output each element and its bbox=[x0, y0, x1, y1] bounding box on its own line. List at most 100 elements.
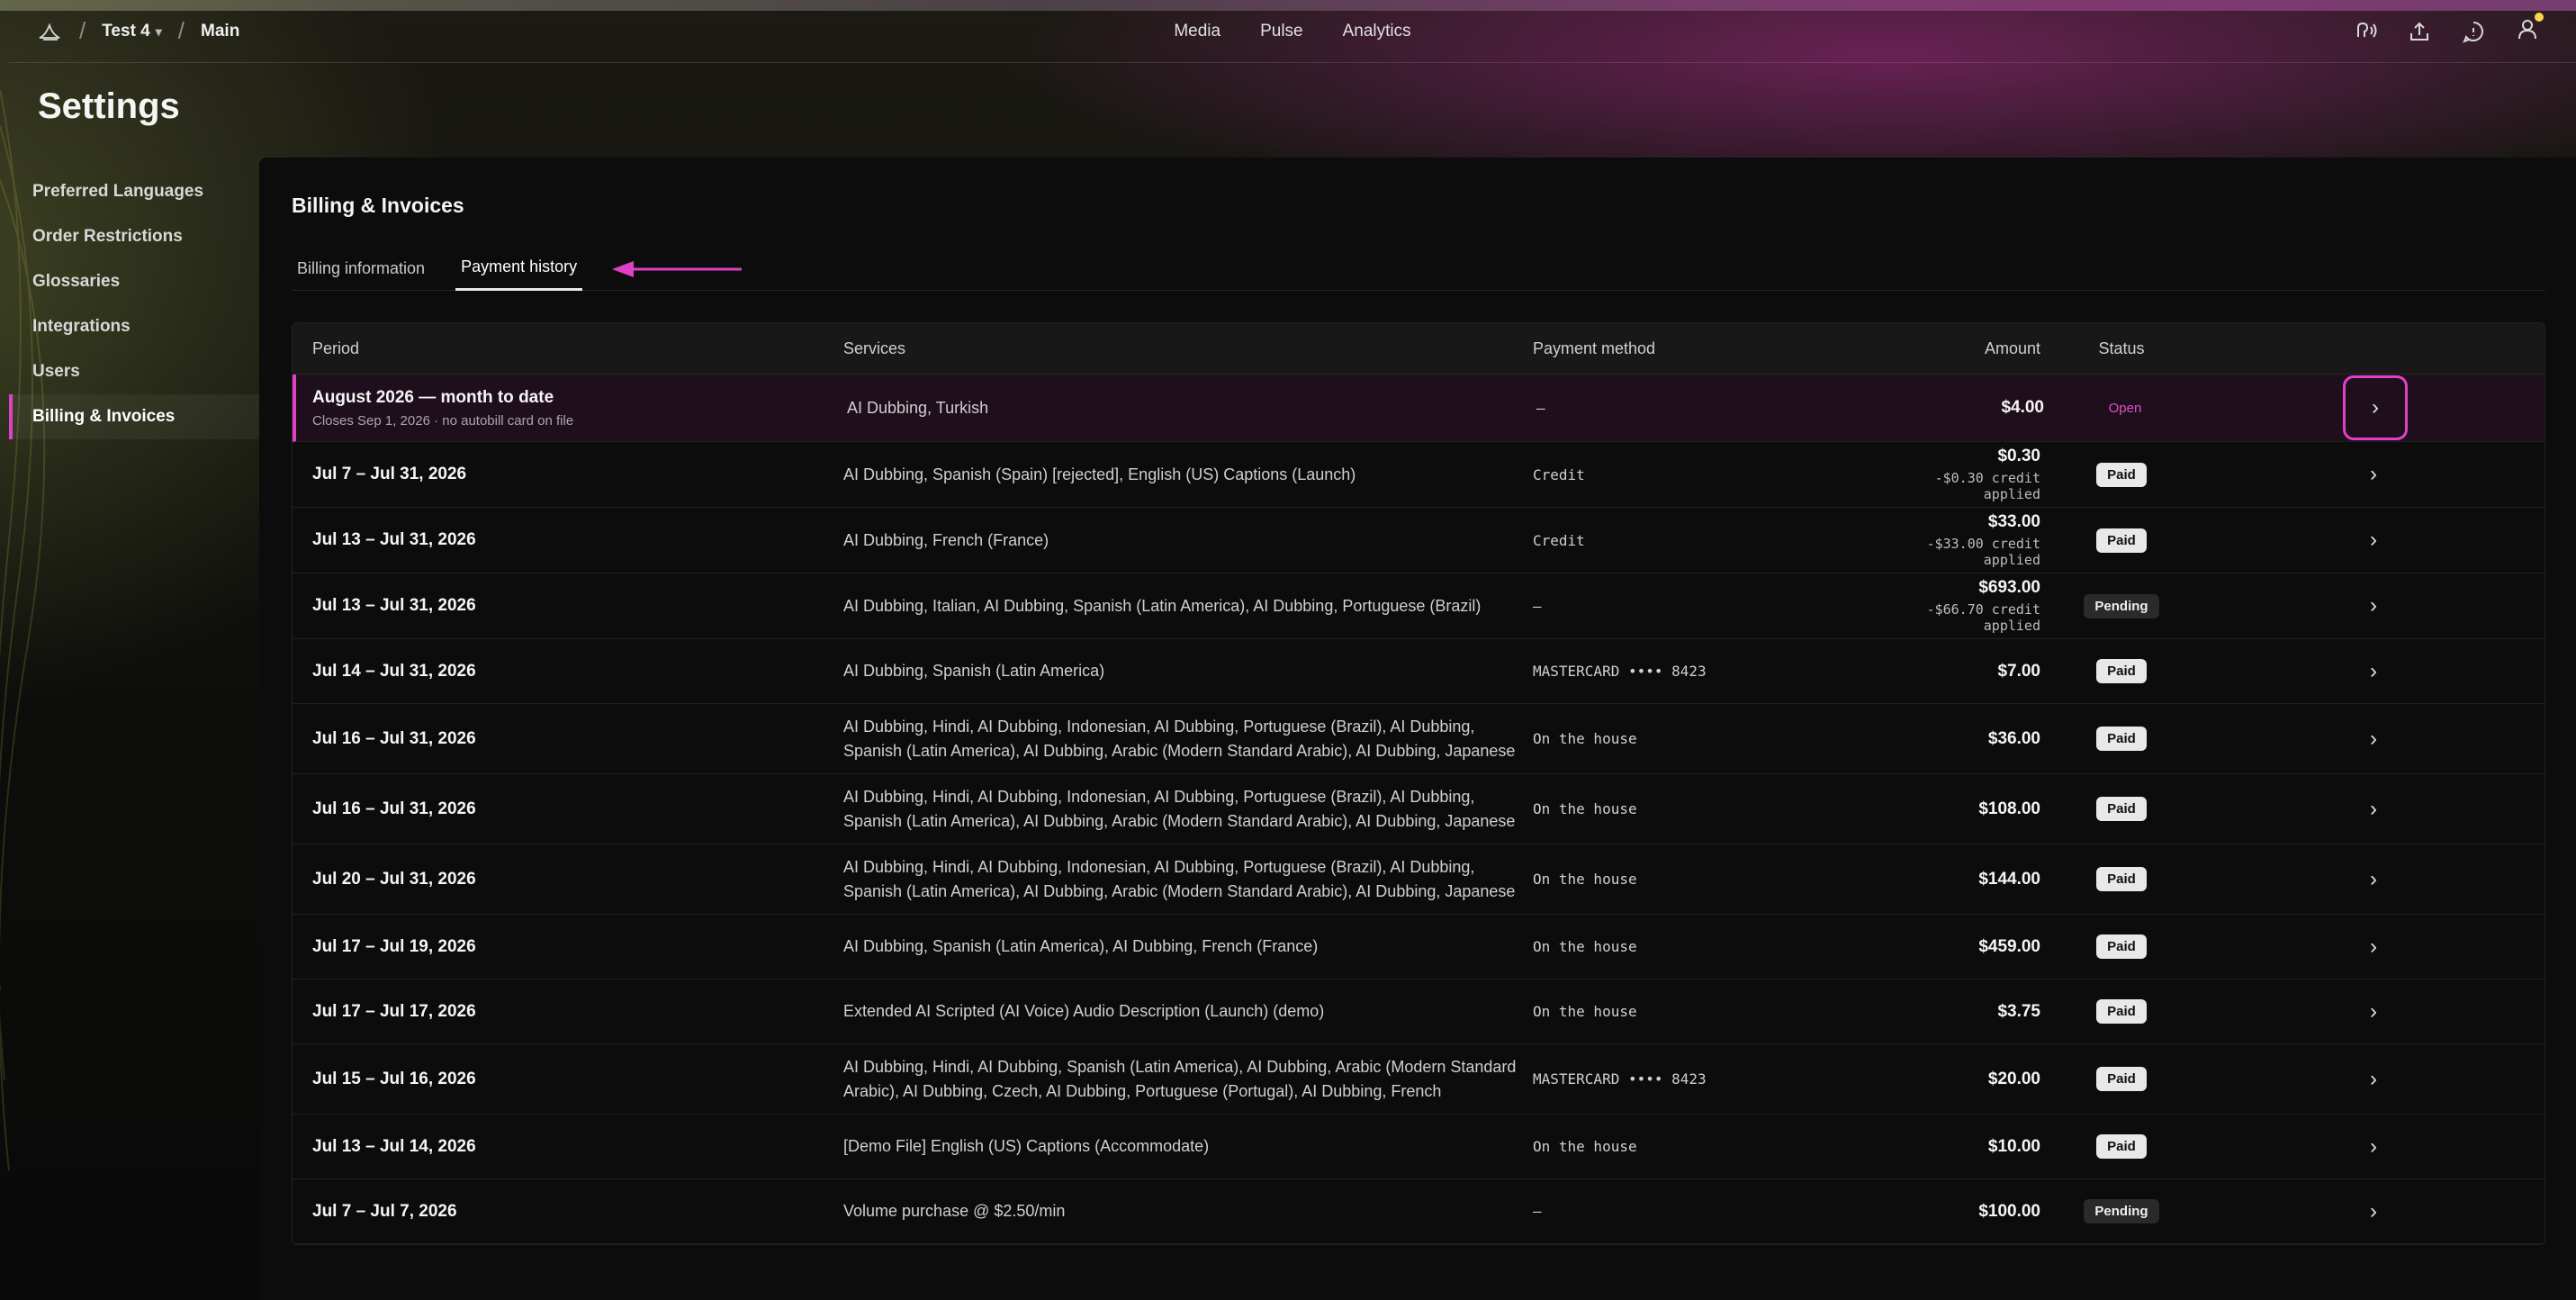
row-amount: $20.00 bbox=[1987, 1069, 2040, 1088]
voice-assistant-icon[interactable] bbox=[2353, 19, 2378, 44]
sidebar-item-preferred-languages[interactable]: Preferred Languages bbox=[9, 169, 259, 214]
row-method-cell: – bbox=[1533, 598, 1875, 615]
row-amount: $144.00 bbox=[1978, 869, 2040, 889]
chevron-right-icon[interactable]: › bbox=[2370, 593, 2377, 618]
nav-media[interactable]: Media bbox=[1174, 22, 1220, 41]
sidebar-item-users[interactable]: Users bbox=[9, 349, 259, 394]
row-credit-applied: -$0.30 credit applied bbox=[1934, 470, 2040, 502]
chat-icon[interactable] bbox=[2461, 19, 2486, 44]
status-badge: Paid bbox=[2096, 1067, 2147, 1091]
row-payment-method: On the house bbox=[1533, 800, 1637, 817]
status-badge: Paid bbox=[2096, 1134, 2147, 1159]
user-menu[interactable] bbox=[2515, 13, 2544, 46]
row-action-cell: › bbox=[2202, 797, 2544, 822]
row-amount-cell: $459.00 bbox=[1875, 937, 2040, 957]
row-services-cell: AI Dubbing, Spanish (Spain) [rejected], … bbox=[843, 463, 1533, 487]
row-action-cell: › bbox=[2202, 934, 2544, 960]
status-badge: Paid bbox=[2096, 999, 2147, 1024]
row-period-cell: Jul 20 – Jul 31, 2026 bbox=[293, 870, 843, 889]
row-action-cell: › bbox=[2202, 659, 2544, 684]
row-period-cell: Jul 15 – Jul 16, 2026 bbox=[293, 1070, 843, 1089]
row-period: Jul 17 – Jul 17, 2026 bbox=[312, 1001, 476, 1021]
table-row[interactable]: Jul 16 – Jul 31, 2026 AI Dubbing, Hindi,… bbox=[293, 704, 2544, 774]
nav-pulse[interactable]: Pulse bbox=[1260, 22, 1303, 41]
table-row[interactable]: Jul 15 – Jul 16, 2026 AI Dubbing, Hindi,… bbox=[293, 1044, 2544, 1115]
chevron-right-icon[interactable]: › bbox=[2370, 999, 2377, 1025]
chevron-right-icon[interactable]: › bbox=[2370, 462, 2377, 487]
row-period: Jul 13 – Jul 14, 2026 bbox=[312, 1136, 476, 1156]
table-row[interactable]: Jul 17 – Jul 19, 2026 AI Dubbing, Spanis… bbox=[293, 915, 2544, 980]
table-row[interactable]: Jul 16 – Jul 31, 2026 AI Dubbing, Hindi,… bbox=[293, 774, 2544, 844]
column-header-services: Services bbox=[843, 339, 906, 357]
row-amount: $7.00 bbox=[1997, 661, 2040, 681]
logo-icon[interactable] bbox=[36, 18, 63, 45]
table-row[interactable]: Jul 14 – Jul 31, 2026 AI Dubbing, Spanis… bbox=[293, 639, 2544, 704]
sidebar-item-glossaries[interactable]: Glossaries bbox=[9, 259, 259, 304]
table-row[interactable]: Jul 13 – Jul 14, 2026 [Demo File] Englis… bbox=[293, 1115, 2544, 1179]
row-period-cell: Jul 16 – Jul 31, 2026 bbox=[293, 799, 843, 819]
chevron-right-icon[interactable]: › bbox=[2370, 1134, 2377, 1160]
table-row[interactable]: Jul 7 – Jul 7, 2026 Volume purchase @ $2… bbox=[293, 1179, 2544, 1244]
table-row[interactable]: Jul 17 – Jul 17, 2026 Extended AI Script… bbox=[293, 980, 2544, 1044]
workspace-name: Test 4 bbox=[102, 21, 150, 41]
row-action-cell: › bbox=[2202, 727, 2544, 752]
column-header-amount: Amount bbox=[1984, 339, 2040, 357]
row-amount-cell: $144.00 bbox=[1875, 870, 2040, 889]
sidebar-item-order-restrictions[interactable]: Order Restrictions bbox=[9, 214, 259, 259]
row-status-cell: Paid bbox=[2040, 727, 2202, 751]
row-services-cell: AI Dubbing, Hindi, AI Dubbing, Indonesia… bbox=[843, 855, 1533, 904]
row-method-cell: On the house bbox=[1533, 871, 1875, 888]
status-badge: Open bbox=[2108, 400, 2142, 416]
row-amount: $4.00 bbox=[2001, 398, 2044, 417]
page-title: Settings bbox=[38, 86, 180, 126]
row-services: AI Dubbing, Hindi, AI Dubbing, Spanish (… bbox=[843, 1057, 1517, 1100]
tab-billing-information[interactable]: Billing information bbox=[292, 246, 430, 291]
chevron-right-icon[interactable]: › bbox=[2370, 934, 2377, 960]
chevron-right-icon[interactable]: › bbox=[2370, 528, 2377, 553]
table-row[interactable]: Jul 13 – Jul 31, 2026 AI Dubbing, French… bbox=[293, 508, 2544, 573]
row-method-cell: – bbox=[1533, 1203, 1875, 1220]
billing-panel: Billing & Invoices Billing information P… bbox=[259, 158, 2576, 1300]
upload-icon[interactable] bbox=[2407, 19, 2432, 44]
row-services: AI Dubbing, Spanish (Spain) [rejected], … bbox=[843, 465, 1356, 483]
nav-analytics[interactable]: Analytics bbox=[1343, 22, 1411, 41]
row-action-cell: › bbox=[2206, 375, 2544, 440]
row-amount-cell: $3.75 bbox=[1875, 1002, 2040, 1022]
sidebar-item-integrations[interactable]: Integrations bbox=[9, 304, 259, 349]
project-name[interactable]: Main bbox=[201, 22, 239, 41]
row-period-cell: Jul 17 – Jul 17, 2026 bbox=[293, 1002, 843, 1022]
workspace-switcher[interactable]: Test 4 ▾ bbox=[102, 22, 162, 41]
table-row[interactable]: Jul 7 – Jul 31, 2026 AI Dubbing, Spanish… bbox=[293, 442, 2544, 508]
row-payment-method: On the house bbox=[1533, 730, 1637, 747]
row-amount-cell: $36.00 bbox=[1875, 729, 2040, 749]
row-credit-applied: -$33.00 credit applied bbox=[1926, 536, 2040, 568]
row-amount: $33.00 bbox=[1987, 512, 2040, 531]
chevron-right-icon[interactable]: › bbox=[2370, 867, 2377, 892]
chevron-right-icon[interactable]: › bbox=[2370, 797, 2377, 822]
sidebar-item-billing-invoices[interactable]: Billing & Invoices bbox=[9, 394, 259, 439]
status-badge: Pending bbox=[2084, 1199, 2159, 1223]
tab-payment-history[interactable]: Payment history bbox=[455, 246, 583, 291]
chevron-right-icon[interactable]: › bbox=[2370, 727, 2377, 752]
row-payment-method: – bbox=[1533, 1203, 1542, 1220]
chevron-right-icon[interactable]: › bbox=[2370, 659, 2377, 684]
table-row[interactable]: August 2026 — month to date Closes Sep 1… bbox=[293, 375, 2544, 442]
row-period: Jul 13 – Jul 31, 2026 bbox=[312, 596, 476, 615]
row-services-cell: AI Dubbing, Spanish (Latin America) bbox=[843, 659, 1533, 683]
chevron-right-icon[interactable]: › bbox=[2370, 1199, 2377, 1224]
status-badge: Paid bbox=[2096, 934, 2147, 959]
row-method-cell: On the house bbox=[1533, 730, 1875, 747]
table-row[interactable]: Jul 20 – Jul 31, 2026 AI Dubbing, Hindi,… bbox=[293, 844, 2544, 915]
row-services: AI Dubbing, Spanish (Latin America), AI … bbox=[843, 937, 1319, 955]
chevron-right-icon[interactable]: › bbox=[2370, 1067, 2377, 1092]
row-services: [Demo File] English (US) Captions (Accom… bbox=[843, 1137, 1210, 1155]
table-row[interactable]: Jul 13 – Jul 31, 2026 AI Dubbing, Italia… bbox=[293, 573, 2544, 639]
row-method-cell: On the house bbox=[1533, 1003, 1875, 1020]
row-amount-cell: $693.00 -$66.70 credit applied bbox=[1875, 578, 2040, 634]
row-period: Jul 16 – Jul 31, 2026 bbox=[312, 799, 476, 818]
row-period: Jul 13 – Jul 31, 2026 bbox=[312, 530, 476, 549]
row-payment-method: On the house bbox=[1533, 1138, 1637, 1155]
row-payment-method: On the house bbox=[1533, 871, 1637, 888]
row-status-cell: Pending bbox=[2040, 593, 2202, 618]
row-open-button[interactable]: › bbox=[2343, 375, 2408, 440]
